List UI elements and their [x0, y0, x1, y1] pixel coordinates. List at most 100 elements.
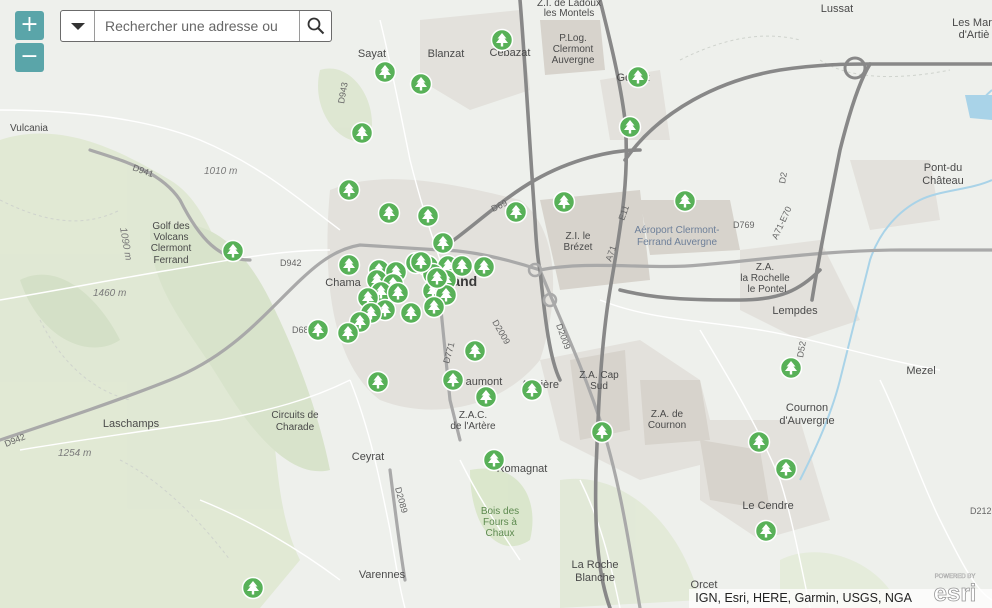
zoom-out-button[interactable]: −: [15, 43, 44, 72]
map-canvas[interactable]: Lussat Les Mar d'Artiè Z.I. de Ladoux le…: [0, 0, 992, 608]
label-za-cap-sud-2: Sud: [590, 381, 608, 392]
label-la-roche: La Roche: [571, 559, 618, 571]
label-aeroport-2: Ferrand Auvergne: [637, 237, 717, 248]
search-input[interactable]: [95, 11, 299, 41]
label-charade-2: Charade: [276, 422, 315, 433]
tree-icon[interactable]: [221, 239, 245, 263]
label-les-martres-2: d'Artiè: [959, 29, 990, 41]
label-chamalieres: Chama: [325, 277, 361, 289]
label-za-cournon-2: Cournon: [648, 420, 686, 431]
tree-icon[interactable]: [673, 189, 697, 213]
tree-icon[interactable]: [779, 356, 803, 380]
label-ceyrat: Ceyrat: [352, 451, 384, 463]
label-romagnat: Romagnat: [497, 463, 548, 475]
tree-icon[interactable]: [241, 576, 265, 600]
label-le-cendre: Le Cendre: [742, 500, 793, 512]
road-label-d769: D769: [733, 220, 755, 230]
label-za-rochelle-2: la Rochelle: [740, 273, 790, 284]
elevation-1254: 1254 m: [58, 448, 91, 459]
elevation-1010: 1010 m: [204, 166, 237, 177]
label-za-cap-sud: Z.A. Cap: [579, 370, 619, 381]
label-golf-2: Volcans: [153, 232, 188, 243]
tree-icon[interactable]: [409, 72, 433, 96]
label-za-cournon: Z.A. de: [651, 409, 684, 420]
label-lempdes: Lempdes: [772, 305, 818, 317]
search-icon: [307, 17, 324, 35]
zoom-in-button[interactable]: +: [15, 11, 44, 40]
tree-icon[interactable]: [337, 178, 361, 202]
tree-icon[interactable]: [431, 231, 455, 255]
label-laschamps: Laschamps: [103, 418, 160, 430]
label-aeroport: Aéroport Clermont-: [634, 225, 719, 236]
search-button[interactable]: [299, 11, 331, 41]
tree-icon[interactable]: [366, 370, 390, 394]
elevation-1460: 1460 m: [93, 288, 126, 299]
tree-icon[interactable]: [377, 201, 401, 225]
tree-icon[interactable]: [399, 301, 423, 325]
road-label-d942: D942: [280, 258, 302, 268]
label-varennes: Varennes: [359, 569, 406, 581]
tree-icon[interactable]: [422, 295, 446, 319]
tree-icon[interactable]: [552, 190, 576, 214]
label-zac-artiere: Z.A.C.: [459, 410, 487, 421]
tree-icon[interactable]: [409, 250, 433, 274]
tree-icon[interactable]: [590, 420, 614, 444]
tree-icon[interactable]: [336, 321, 360, 345]
label-vulcania: Vulcania: [10, 123, 48, 134]
tree-icon[interactable]: [774, 457, 798, 481]
label-golf-3: Clermont: [151, 243, 192, 254]
tree-icon[interactable]: [474, 385, 498, 409]
tree-icon[interactable]: [490, 28, 514, 52]
tree-icon[interactable]: [747, 430, 771, 454]
tree-icon[interactable]: [350, 121, 374, 145]
label-golf: Golf des: [152, 221, 189, 232]
label-golf-4: Ferrand: [153, 255, 188, 266]
tree-icon[interactable]: [482, 448, 506, 472]
label-mezel: Mezel: [906, 365, 935, 377]
tree-icon[interactable]: [425, 266, 449, 290]
tree-icon[interactable]: [626, 65, 650, 89]
label-blanzat: Blanzat: [428, 48, 465, 60]
label-bois-fours-3: Chaux: [486, 528, 515, 539]
tree-icon[interactable]: [416, 204, 440, 228]
tree-icon[interactable]: [618, 115, 642, 139]
label-charade: Circuits de: [271, 410, 319, 421]
label-zac-artiere-2: de l'Artère: [450, 421, 496, 432]
label-zi-brezet-2: Brézet: [564, 242, 593, 253]
label-zi-brezet: Z.I. le: [565, 231, 590, 242]
label-la-roche-2: Blanche: [575, 572, 615, 584]
tree-icon[interactable]: [306, 318, 330, 342]
road-label-d2: D2: [777, 171, 789, 184]
search-source-dropdown[interactable]: [61, 11, 95, 41]
tree-icon[interactable]: [441, 368, 465, 392]
road-label-d212: D212: [970, 506, 992, 516]
esri-brand-text: esri: [934, 580, 977, 604]
label-bois-fours: Bois des: [481, 506, 519, 517]
label-za-rochelle-3: le Pontel: [748, 284, 787, 295]
label-plog: P.Log.: [559, 33, 587, 44]
label-plog-2: Clermont: [553, 44, 594, 55]
label-lussat: Lussat: [821, 3, 853, 15]
label-pont-chateau-2: Château: [922, 175, 964, 187]
tree-icon[interactable]: [373, 60, 397, 84]
tree-icon[interactable]: [504, 200, 528, 224]
label-sayat: Sayat: [358, 48, 386, 60]
road-label-d68: D68: [292, 325, 309, 335]
esri-logo: POWERED BY esri: [933, 574, 977, 604]
attribution-text: IGN, Esri, HERE, Garmin, USGS, NGA: [695, 591, 912, 605]
label-za-rochelle: Z.A.: [756, 262, 774, 273]
search-widget: [60, 10, 332, 42]
label-cournon-2: d'Auvergne: [779, 415, 834, 427]
tree-icon[interactable]: [472, 255, 496, 279]
label-cournon: Cournon: [786, 402, 828, 414]
label-bois-fours-2: Fours à: [483, 517, 517, 528]
tree-icon[interactable]: [337, 253, 361, 277]
tree-icon[interactable]: [754, 519, 778, 543]
label-les-martres: Les Mar: [952, 17, 992, 29]
label-plog-3: Auvergne: [552, 55, 595, 66]
tree-icon[interactable]: [463, 339, 487, 363]
tree-icon[interactable]: [520, 378, 544, 402]
label-za-ladoux-2: les Montels: [544, 8, 595, 19]
caret-down-icon: [70, 22, 85, 30]
label-pont-chateau: Pont-du: [924, 162, 963, 174]
